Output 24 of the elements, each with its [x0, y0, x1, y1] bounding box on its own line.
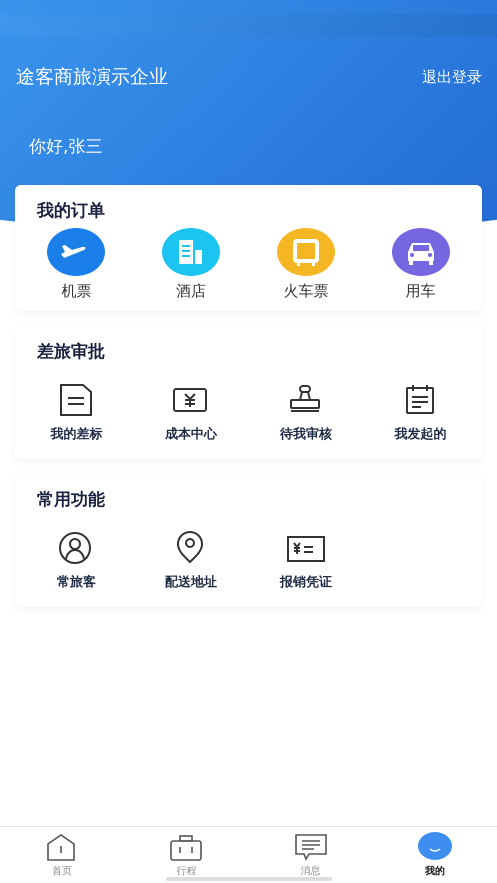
- section-title: 常用功能: [37, 489, 105, 511]
- order-item[interactable]: 酒店: [134, 228, 248, 301]
- order-item[interactable]: 火车票: [248, 228, 364, 301]
- menu-item[interactable]: 配送地址: [134, 531, 248, 591]
- tab[interactable]: 首页: [0, 827, 124, 883]
- company-name: 途客商旅演示企业: [16, 65, 168, 90]
- order-item[interactable]: 用车: [363, 228, 478, 301]
- profile-icon: [418, 832, 452, 862]
- greeting: 你好,张三: [29, 137, 102, 157]
- menu-item[interactable]: 报销凭证: [248, 531, 364, 591]
- menu-item[interactable]: 我发起的: [363, 383, 478, 443]
- tab[interactable]: 消息: [248, 827, 373, 883]
- section-title: 我的订单: [37, 200, 105, 222]
- menu-item[interactable]: 常旅客: [19, 531, 134, 591]
- section-title: 差旅审批: [37, 341, 105, 363]
- order-item[interactable]: 机票: [19, 228, 134, 301]
- menu-item[interactable]: 待我审核: [248, 383, 364, 443]
- menu-item[interactable]: 我的差标: [19, 383, 134, 443]
- logout-link[interactable]: 退出登录: [422, 68, 482, 86]
- briefcase-icon: [169, 832, 204, 862]
- tab[interactable]: 行程: [124, 827, 248, 883]
- tab[interactable]: 我的: [372, 827, 497, 883]
- menu-item[interactable]: 成本中心: [134, 383, 248, 443]
- message-icon: [294, 832, 328, 862]
